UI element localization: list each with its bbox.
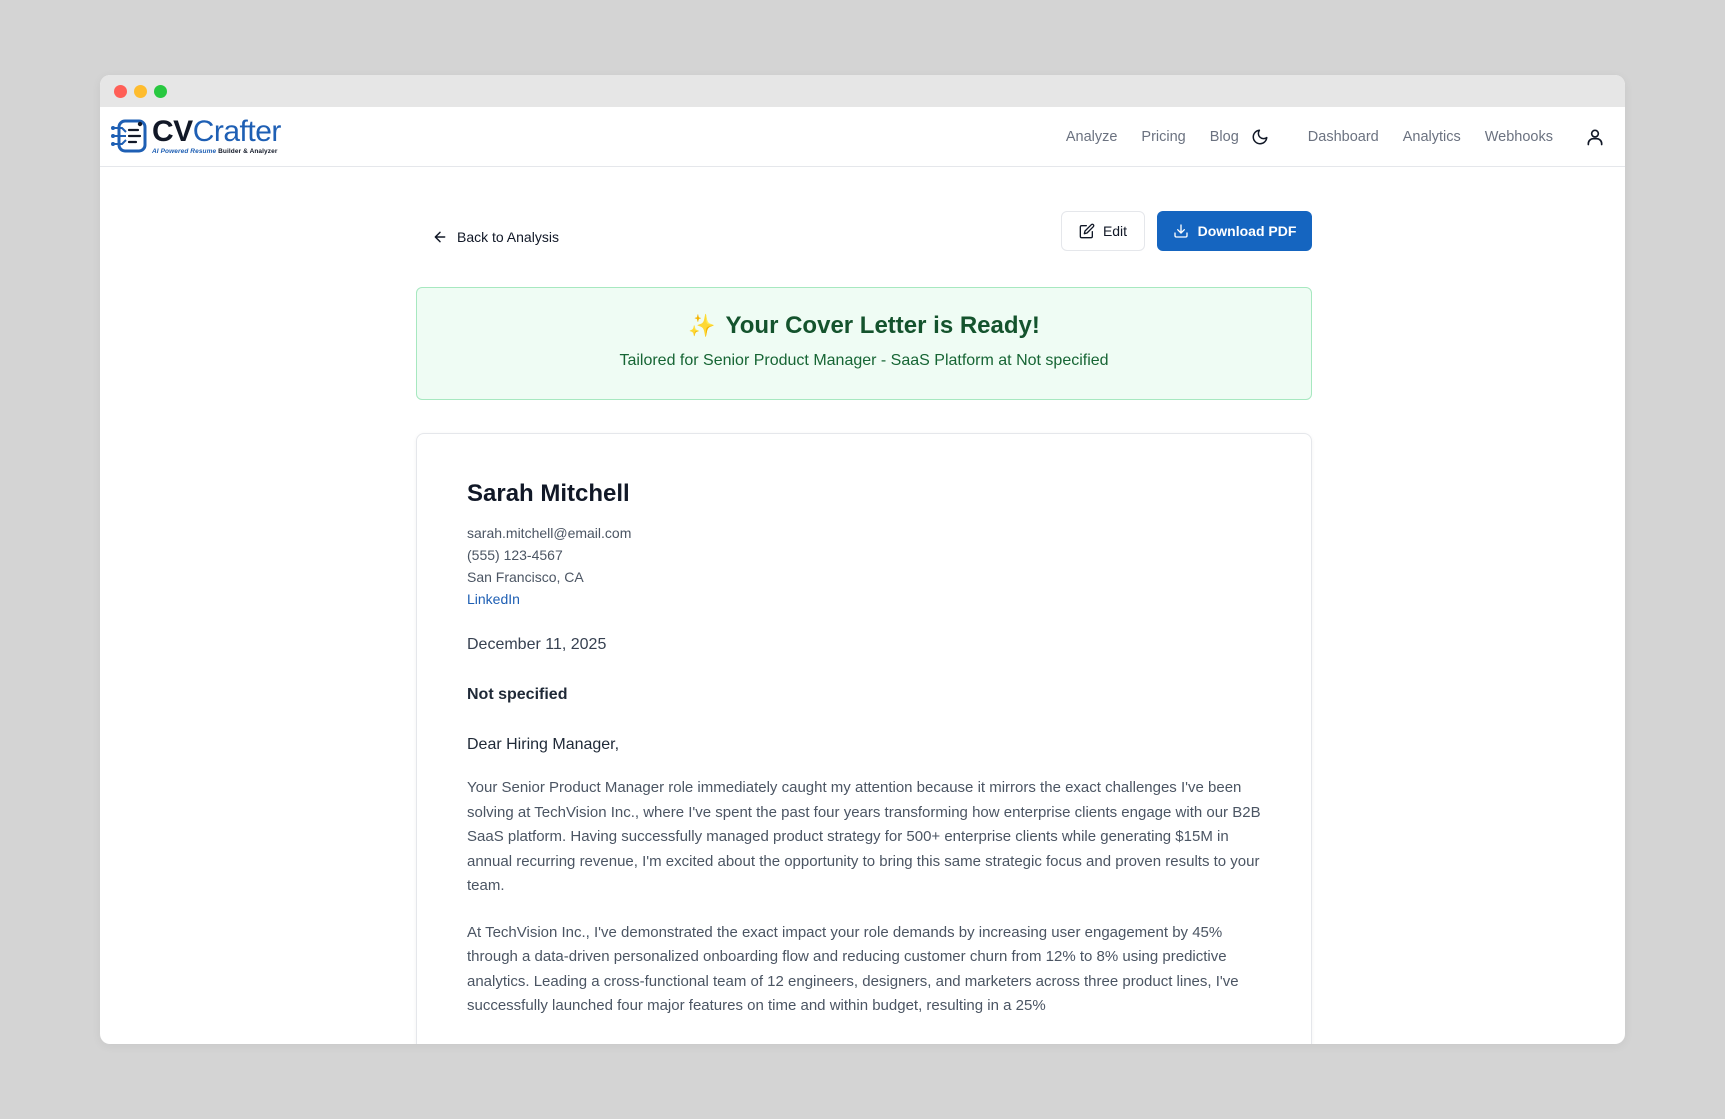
nav-links: Analyze Pricing Blog Dashboard Analytics… xyxy=(1066,107,1625,167)
logo-tagline: AI Powered Resume Builder & Analyzer xyxy=(152,147,278,155)
linkedin-link[interactable]: LinkedIn xyxy=(467,591,520,607)
maximize-window-button[interactable] xyxy=(154,85,167,98)
main-content: Back to Analysis Edit Download PDF ✨ You… xyxy=(100,167,1625,1044)
edit-button[interactable]: Edit xyxy=(1061,211,1145,251)
download-pdf-button[interactable]: Download PDF xyxy=(1157,211,1312,251)
letter-date: December 11, 2025 xyxy=(467,636,607,653)
letter-salutation: Dear Hiring Manager, xyxy=(467,736,620,753)
cover-letter-body: Sarah Mitchell sarah.mitchell@email.com … xyxy=(467,480,1263,1019)
banner-title-text: Your Cover Letter is Ready! xyxy=(725,312,1040,339)
back-to-analysis-link[interactable]: Back to Analysis xyxy=(432,229,559,245)
theme-toggle-moon-icon[interactable] xyxy=(1248,125,1272,149)
cover-letter-card: Sarah Mitchell sarah.mitchell@email.com … xyxy=(416,433,1312,1044)
cvcrafter-logo[interactable]: CVCrafter AI Powered Resume Builder & An… xyxy=(110,113,281,159)
letter-paragraph: Your Senior Product Manager role immedia… xyxy=(467,779,1261,894)
browser-window: CVCrafter AI Powered Resume Builder & An… xyxy=(100,75,1625,1044)
nav-link-dashboard[interactable]: Dashboard xyxy=(1308,129,1379,145)
back-link-label: Back to Analysis xyxy=(457,229,559,245)
applicant-name: Sarah Mitchell xyxy=(467,480,630,507)
nav-link-pricing[interactable]: Pricing xyxy=(1141,129,1185,145)
letter-paragraph: At TechVision Inc., I've demonstrated th… xyxy=(467,923,1239,1015)
sparkles-icon: ✨ xyxy=(688,313,716,338)
nav-link-analyze[interactable]: Analyze xyxy=(1066,129,1118,145)
applicant-email: sarah.mitchell@email.com xyxy=(467,525,632,541)
cover-letter-ready-banner: ✨ Your Cover Letter is Ready! Tailored f… xyxy=(416,287,1312,400)
download-button-label: Download PDF xyxy=(1197,223,1297,239)
applicant-phone: (555) 123-4567 xyxy=(467,547,563,563)
banner-subtitle: Tailored for Senior Product Manager - Sa… xyxy=(619,352,1109,369)
top-navbar: CVCrafter AI Powered Resume Builder & An… xyxy=(100,107,1625,167)
download-icon xyxy=(1173,224,1188,238)
user-account-icon[interactable] xyxy=(1583,125,1607,149)
nav-link-webhooks[interactable]: Webhooks xyxy=(1485,129,1553,145)
window-titlebar xyxy=(100,75,1625,107)
banner-title: ✨ Your Cover Letter is Ready! xyxy=(417,312,1311,340)
recipient-company: Not specified xyxy=(467,686,568,703)
applicant-location: San Francisco, CA xyxy=(467,569,584,585)
logo-circuit-icon xyxy=(111,119,147,153)
arrow-left-icon xyxy=(434,231,446,243)
edit-pencil-icon xyxy=(1079,223,1095,239)
edit-button-label: Edit xyxy=(1102,223,1128,239)
nav-link-analytics[interactable]: Analytics xyxy=(1403,129,1461,145)
nav-link-blog[interactable]: Blog xyxy=(1210,129,1239,145)
contact-block: sarah.mitchell@email.com (555) 123-4567 … xyxy=(467,522,1263,610)
minimize-window-button[interactable] xyxy=(134,85,147,98)
logo-wordmark: CVCrafter xyxy=(152,114,281,148)
close-window-button[interactable] xyxy=(114,85,127,98)
